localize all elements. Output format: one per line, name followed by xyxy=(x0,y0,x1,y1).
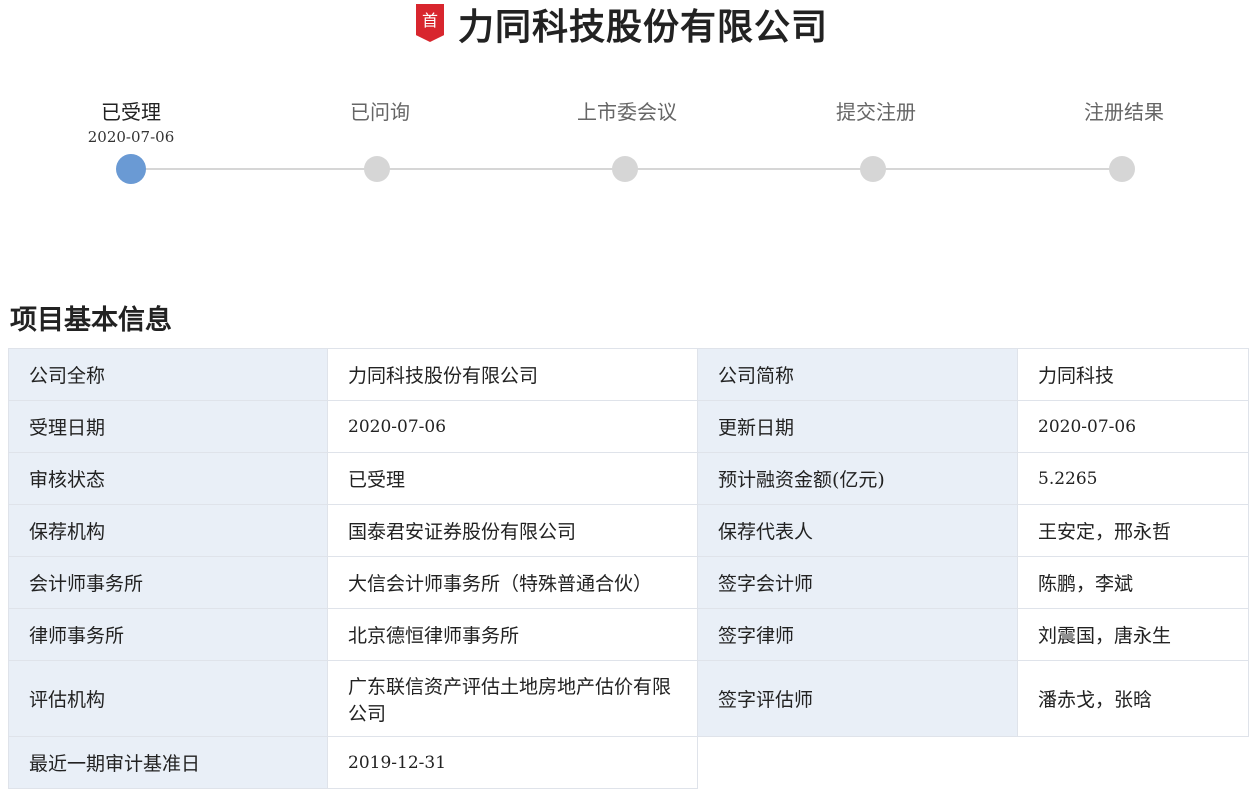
label-appraisal-firm: 评估机构 xyxy=(8,660,328,737)
value-company-short-name: 力同科技 xyxy=(1017,348,1249,401)
value-accept-date: 2020-07-06 xyxy=(327,400,698,453)
step-registration-result: 注册结果 xyxy=(1024,90,1224,126)
step-dot-inquired xyxy=(364,156,390,182)
label-accounting-firm: 会计师事务所 xyxy=(8,556,328,609)
value-expected-financing: 5.2265 xyxy=(1017,452,1249,505)
review-progress: 已受理 2020-07-06 已问询 上市委会议 提交注册 注册结果 xyxy=(0,90,1252,200)
label-sponsor-representatives: 保荐代表人 xyxy=(697,504,1018,557)
table-row: 评估机构 广东联信资产评估土地房地产估价有限公司 签字评估师 潘赤戈，张晗 xyxy=(8,660,1249,737)
section-title: 项目基本信息 xyxy=(10,305,172,336)
table-row: 受理日期 2020-07-06 更新日期 2020-07-06 xyxy=(8,400,1249,453)
step-dot-listing-committee xyxy=(612,156,638,182)
label-signing-accountants: 签字会计师 xyxy=(697,556,1018,609)
label-sponsor: 保荐机构 xyxy=(8,504,328,557)
step-label: 已问询 xyxy=(350,100,410,124)
label-expected-financing: 预计融资金额(亿元) xyxy=(697,452,1018,505)
empty-cell xyxy=(1017,736,1249,789)
value-signing-appraisers: 潘赤戈，张晗 xyxy=(1017,660,1249,737)
table-row: 公司全称 力同科技股份有限公司 公司简称 力同科技 xyxy=(8,348,1249,401)
step-dot-registration-result xyxy=(1109,156,1135,182)
step-dot-accepted xyxy=(116,154,146,184)
home-badge-icon[interactable]: 首 xyxy=(416,4,444,42)
accounting-firm-link[interactable]: 大信会计师事务所（特殊普通合伙） xyxy=(327,556,698,609)
label-signing-lawyers: 签字律师 xyxy=(697,608,1018,661)
step-label: 提交注册 xyxy=(836,100,916,124)
law-firm-link[interactable]: 北京德恒律师事务所 xyxy=(327,608,698,661)
value-signing-lawyers: 刘震国，唐永生 xyxy=(1017,608,1249,661)
empty-cell xyxy=(697,736,1018,789)
label-company-short-name: 公司简称 xyxy=(697,348,1018,401)
value-company-full-name: 力同科技股份有限公司 xyxy=(327,348,698,401)
project-info-table: 公司全称 力同科技股份有限公司 公司简称 力同科技 受理日期 2020-07-0… xyxy=(8,348,1249,789)
step-accepted: 已受理 2020-07-06 xyxy=(31,90,231,148)
table-row: 律师事务所 北京德恒律师事务所 签字律师 刘震国，唐永生 xyxy=(8,608,1249,661)
step-label: 上市委会议 xyxy=(577,100,677,124)
table-row: 最近一期审计基准日 2019-12-31 xyxy=(8,736,1249,789)
sponsor-link[interactable]: 国泰君安证券股份有限公司 xyxy=(327,504,698,557)
label-update-date: 更新日期 xyxy=(697,400,1018,453)
page-header: 首 力同科技股份有限公司 xyxy=(0,0,1252,50)
value-sponsor-representatives: 王安定，邢永哲 xyxy=(1017,504,1249,557)
label-review-status: 审核状态 xyxy=(8,452,328,505)
label-company-full-name: 公司全称 xyxy=(8,348,328,401)
step-registration-submitted: 提交注册 xyxy=(776,90,976,126)
label-law-firm: 律师事务所 xyxy=(8,608,328,661)
table-row: 保荐机构 国泰君安证券股份有限公司 保荐代表人 王安定，邢永哲 xyxy=(8,504,1249,557)
step-date: 2020-07-06 xyxy=(87,128,175,146)
step-label: 注册结果 xyxy=(1084,100,1164,124)
value-signing-accountants: 陈鹏，李斌 xyxy=(1017,556,1249,609)
value-review-status: 已受理 xyxy=(327,452,698,505)
table-row: 会计师事务所 大信会计师事务所（特殊普通合伙） 签字会计师 陈鹏，李斌 xyxy=(8,556,1249,609)
value-appraisal-firm: 广东联信资产评估土地房地产估价有限公司 xyxy=(327,660,698,737)
step-inquired: 已问询 xyxy=(280,90,480,126)
step-dot-registration-submitted xyxy=(860,156,886,182)
value-latest-audit-base-date: 2019-12-31 xyxy=(327,736,698,789)
label-accept-date: 受理日期 xyxy=(8,400,328,453)
value-update-date: 2020-07-06 xyxy=(1017,400,1249,453)
label-signing-appraisers: 签字评估师 xyxy=(697,660,1018,737)
table-row: 审核状态 已受理 预计融资金额(亿元) 5.2265 xyxy=(8,452,1249,505)
company-title: 力同科技股份有限公司 xyxy=(458,7,829,48)
label-latest-audit-base-date: 最近一期审计基准日 xyxy=(8,736,328,789)
step-listing-committee: 上市委会议 xyxy=(527,90,727,126)
step-label: 已受理 xyxy=(101,100,161,124)
